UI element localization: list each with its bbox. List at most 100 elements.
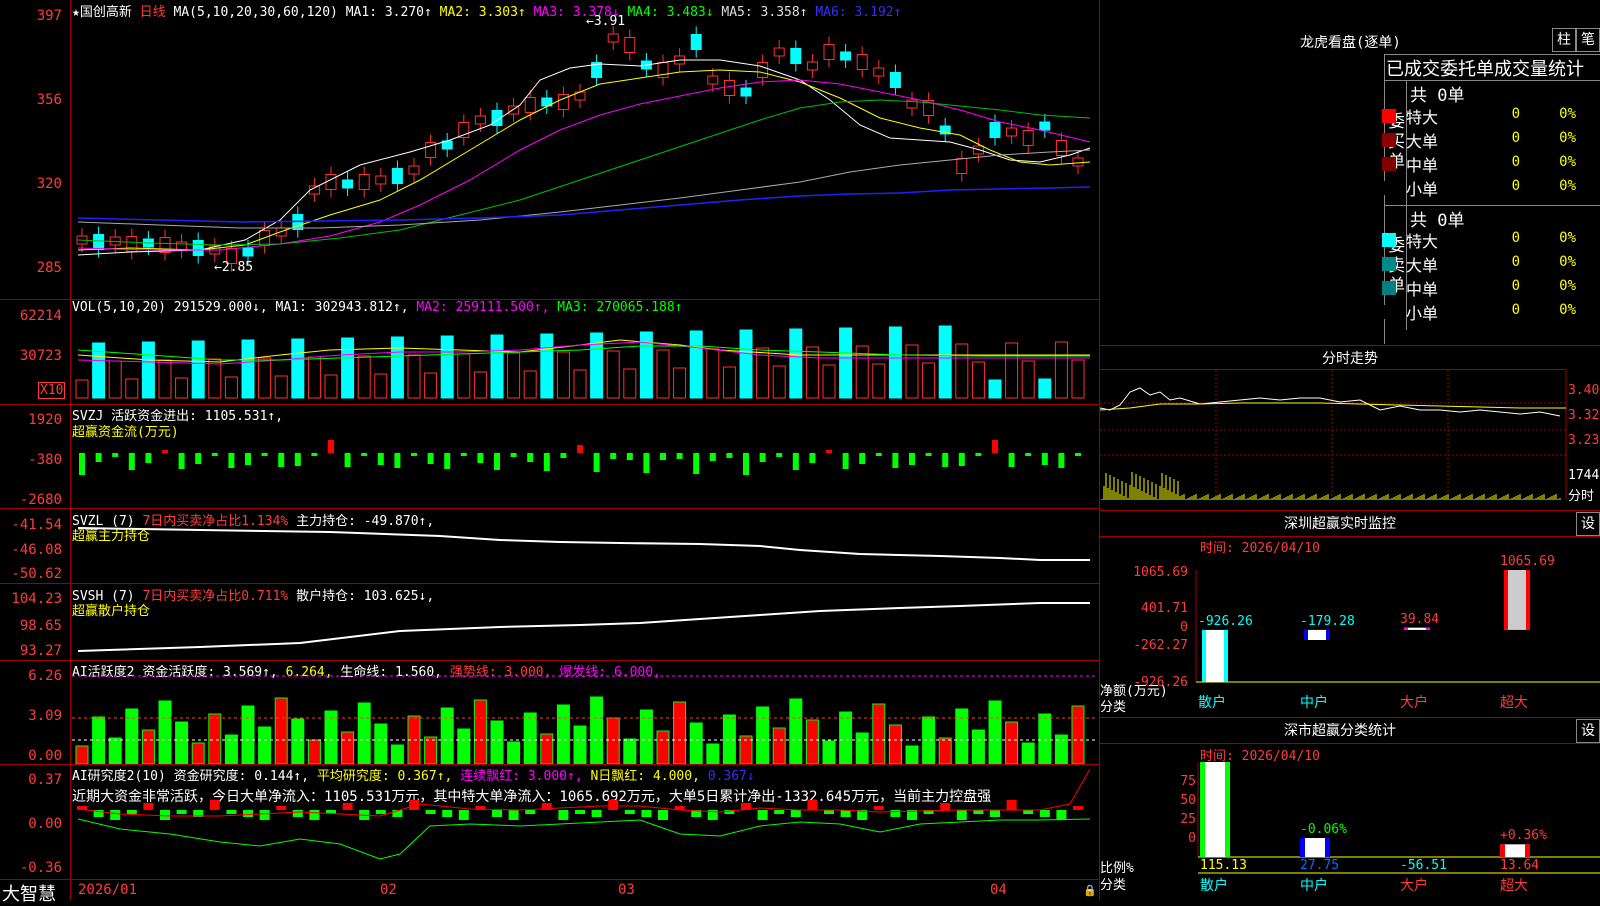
candle-body: [806, 61, 818, 71]
order-size-label: 小单: [1406, 304, 1439, 323]
volume-bar: [772, 365, 786, 399]
activity-bar: [473, 699, 487, 764]
activity-bar: [258, 726, 272, 764]
ma-line-blue: [77, 186, 1091, 223]
ratio-bar-edge: [1525, 844, 1530, 857]
candle-body: [1072, 157, 1084, 167]
lock-icon[interactable]: 🔒: [1083, 884, 1097, 897]
activity-bar: [357, 702, 371, 764]
research-bar: [160, 810, 170, 820]
flow-bar: [510, 453, 517, 457]
order-percent: 0%: [1559, 154, 1576, 170]
ma-line-white: [77, 59, 1091, 256]
volume-bar: [307, 356, 321, 399]
research-bar: [624, 810, 635, 814]
order-size-label: 中单: [1406, 156, 1439, 175]
volume-bar: [390, 336, 404, 399]
price-tick: 3.405: [1568, 383, 1600, 398]
activity-bar: [125, 708, 139, 764]
candle-body: [690, 34, 702, 50]
activity-bar: [490, 720, 504, 764]
activity-bar: [772, 727, 786, 764]
bar-view-button[interactable]: 柱: [1552, 28, 1576, 52]
flow-bar: [875, 453, 882, 456]
research-bar: [1056, 810, 1067, 820]
category-label: 超大: [1500, 695, 1528, 711]
flow-bar: [1058, 453, 1065, 468]
candle-body: [1006, 127, 1018, 137]
flow-bar: [261, 453, 268, 456]
volume-bar: [656, 349, 670, 399]
volume-bar: [822, 364, 836, 399]
candle-body: [723, 80, 735, 96]
net-amount-value-label: 1065.69: [1500, 554, 1555, 569]
flow-bar: [560, 453, 567, 458]
volume-bar: [971, 361, 985, 399]
research-bar: [658, 810, 668, 820]
main-chart-area[interactable]: ★国创高新 日线 MA(5,10,20,30,60,120) MA1: 3.27…: [0, 0, 1100, 905]
flow-bar: [643, 453, 650, 473]
flow-bar: [245, 453, 251, 465]
legend-swatch: [1382, 233, 1396, 247]
volume-bar: [606, 350, 620, 399]
legend-swatch: [1382, 109, 1396, 123]
ma-line-magenta: [77, 79, 1091, 251]
research-bar: [342, 803, 353, 810]
ai2-chart: [77, 768, 1091, 860]
research-bar: [940, 803, 951, 810]
flow-bar: [709, 453, 716, 461]
activity-bar: [374, 723, 388, 764]
activity-bar: [590, 696, 604, 764]
flow-bar: [228, 453, 235, 468]
order-percent: 0%: [1559, 106, 1576, 122]
activity-bar: [390, 744, 404, 764]
volume-bar: [374, 373, 388, 399]
order-percent: 0%: [1559, 230, 1576, 246]
research-bar: [641, 810, 652, 817]
research-bar: [824, 810, 834, 814]
flow-bar: [1025, 453, 1032, 456]
volume-bar: [556, 351, 570, 399]
flow-bar: [842, 453, 849, 469]
flow-bar: [294, 453, 301, 466]
candle-body: [1022, 130, 1034, 146]
activity-bar: [888, 724, 902, 764]
volume-bar: [507, 352, 521, 399]
research-bar: [525, 810, 536, 814]
ratio-bar-edge: [1300, 838, 1305, 857]
activity-bar: [274, 697, 288, 764]
candle-body: [823, 44, 835, 60]
flow-bar: [427, 453, 434, 464]
category-label: 中户: [1300, 878, 1328, 894]
activity-bar: [938, 737, 952, 764]
volume-bar: [291, 338, 305, 399]
legend-swatch: [1382, 257, 1396, 271]
volume-bar: [1038, 378, 1052, 399]
candle-body: [840, 51, 852, 61]
tick-view-button[interactable]: 笔: [1576, 28, 1600, 52]
research-bar: [558, 810, 569, 820]
net-amount-bar-edge: [1404, 627, 1408, 630]
legend-swatch: [1382, 305, 1396, 319]
volume-bar: [1054, 341, 1068, 399]
research-bar: [990, 810, 1000, 817]
activity-bar: [307, 739, 321, 764]
svzj-chart: [79, 440, 1081, 475]
volume-bar: [955, 343, 969, 399]
intraday-panel[interactable]: 分时走势 3.405 3.320 3.235 17442 分时: [1100, 345, 1600, 510]
net-amount-value-label: 39.84: [1400, 611, 1440, 627]
legend-swatch: [1382, 157, 1396, 171]
net-amount-bar-edge: [1202, 629, 1206, 682]
research-bar: [840, 810, 851, 817]
order-percent: 0%: [1559, 278, 1576, 294]
activity-bar: [457, 728, 471, 764]
ma-line-gray: [77, 149, 1091, 229]
volume-bar: [191, 340, 205, 399]
candle-body: [408, 165, 420, 175]
candlestick-chart[interactable]: [0, 0, 1100, 300]
flow-bar: [809, 453, 816, 463]
activity-bar: [540, 733, 554, 764]
flow-bar: [693, 453, 700, 474]
intraday-vol: 17442: [1568, 468, 1600, 483]
flow-bar: [610, 453, 617, 459]
